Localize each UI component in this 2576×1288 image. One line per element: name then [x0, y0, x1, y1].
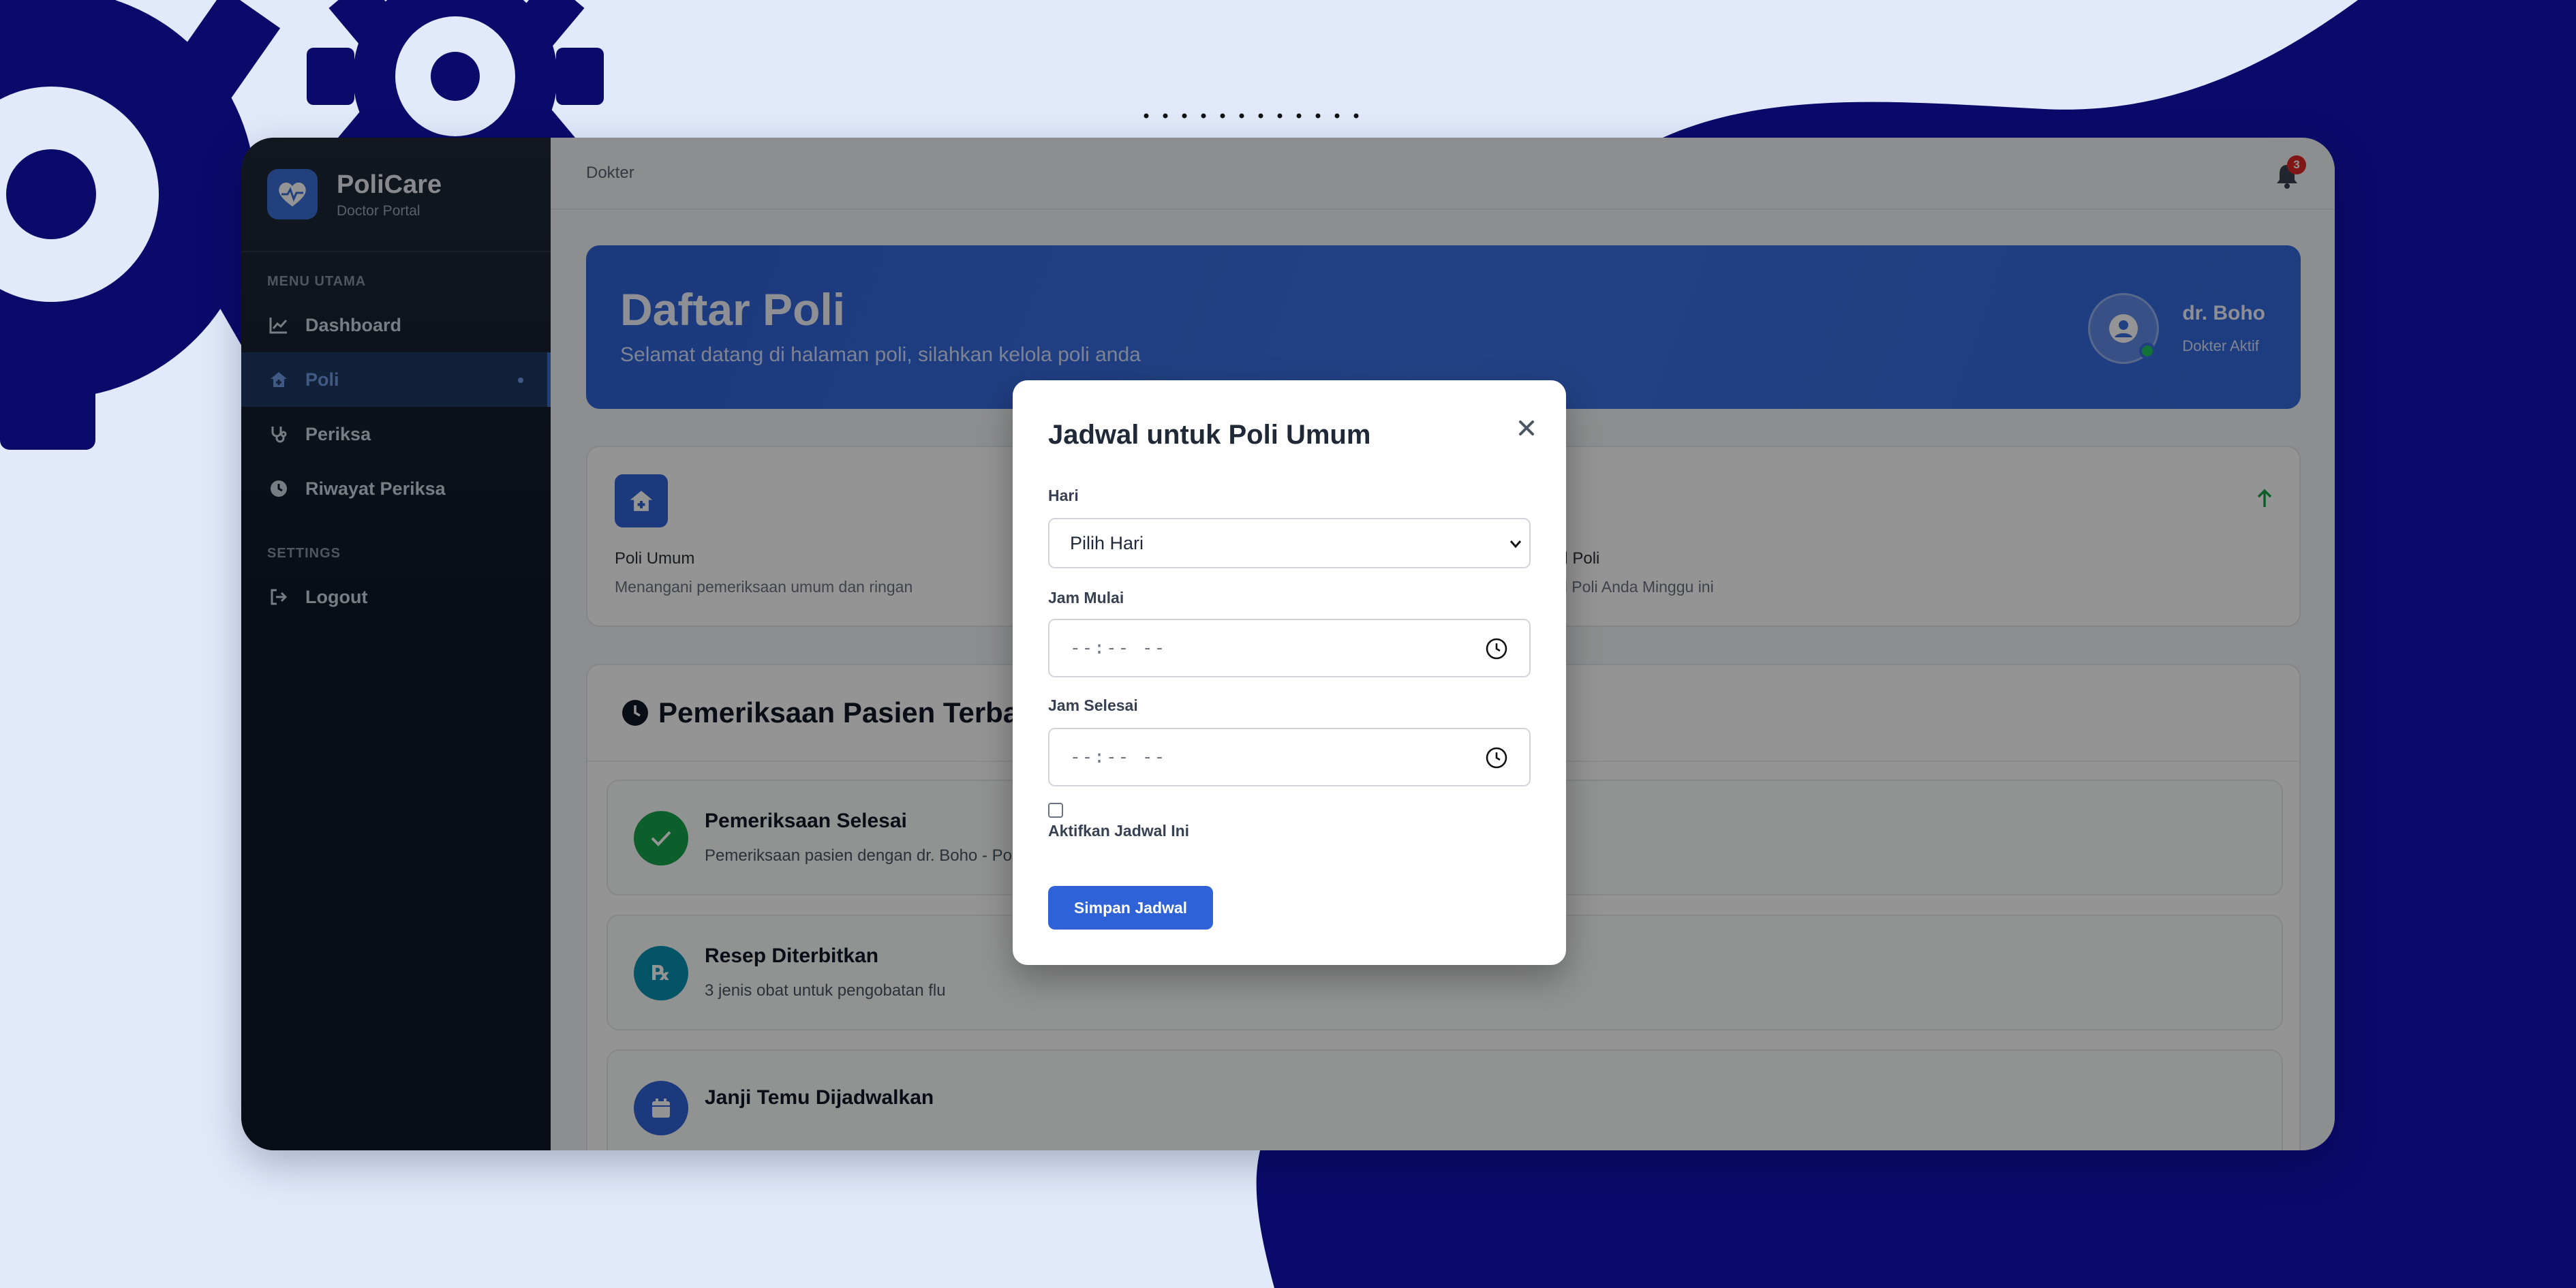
start-time-input[interactable]: --:-- --: [1048, 619, 1531, 677]
end-time-label: Jam Selesai: [1048, 696, 1138, 714]
day-select[interactable]: Pilih Hari: [1048, 518, 1531, 568]
schedule-modal: Jadwal untuk Poli Umum Hari Pilih Hari J…: [1013, 380, 1566, 965]
active-schedule-checkbox[interactable]: [1048, 803, 1063, 818]
day-label: Hari: [1048, 487, 1079, 504]
modal-title: Jadwal untuk Poli Umum: [1048, 420, 1371, 450]
start-time-label: Jam Mulai: [1048, 589, 1124, 607]
end-time-input[interactable]: --:-- --: [1048, 728, 1531, 786]
end-time-value: --:-- --: [1070, 747, 1167, 767]
save-schedule-button[interactable]: Simpan Jadwal: [1048, 886, 1213, 930]
clock-icon[interactable]: [1484, 746, 1509, 770]
dotted-line-decoration: [1144, 113, 1359, 119]
chevron-down-icon: [1509, 540, 1522, 549]
clock-icon[interactable]: [1484, 637, 1509, 661]
active-schedule-label: Aktifkan Jadwal Ini: [1048, 822, 1190, 840]
start-time-value: --:-- --: [1070, 638, 1167, 658]
close-button[interactable]: [1512, 413, 1542, 443]
day-select-value: Pilih Hari: [1070, 532, 1144, 553]
close-icon: [1519, 420, 1534, 435]
